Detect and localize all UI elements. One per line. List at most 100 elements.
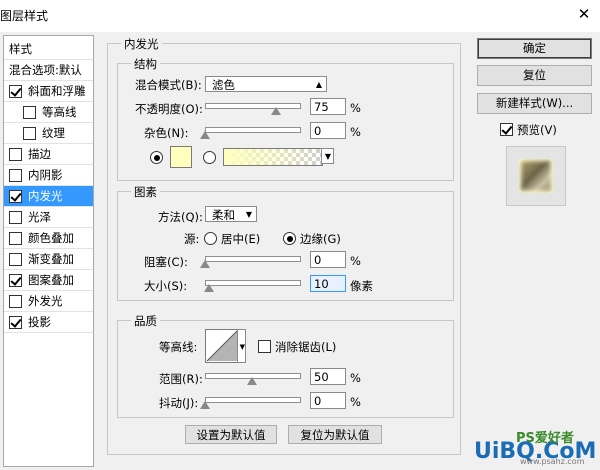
- range-slider-thumb[interactable]: [247, 377, 257, 385]
- style-item-checkbox[interactable]: [23, 106, 36, 119]
- opacity-slider-thumb[interactable]: [270, 107, 281, 115]
- style-item-checkbox[interactable]: [9, 85, 22, 98]
- choke-unit: %: [350, 254, 361, 268]
- method-value: 柔和: [212, 208, 235, 222]
- style-item-label: 光泽: [28, 210, 51, 224]
- style-item-2[interactable]: 斜面和浮雕: [4, 81, 93, 102]
- style-item-checkbox[interactable]: [9, 169, 22, 182]
- style-item-label: 图案叠加: [28, 273, 74, 287]
- style-item-checkbox[interactable]: [23, 127, 36, 140]
- gradient-swatch[interactable]: [223, 148, 323, 166]
- make-default-button[interactable]: 设置为默认值: [185, 425, 277, 444]
- style-item-12[interactable]: 外发光: [4, 291, 93, 312]
- opacity-slider[interactable]: [205, 103, 301, 109]
- size-unit: 像素: [350, 279, 373, 293]
- style-item-checkbox[interactable]: [9, 148, 22, 161]
- style-item-checkbox[interactable]: [9, 253, 22, 266]
- reset-default-button[interactable]: 复位为默认值: [288, 425, 382, 444]
- style-item-3[interactable]: 等高线: [4, 102, 93, 123]
- inner-glow-title: 内发光: [121, 36, 162, 52]
- style-item-label: 颜色叠加: [28, 231, 74, 245]
- opacity-unit: %: [350, 101, 361, 115]
- size-input[interactable]: 10: [310, 275, 346, 292]
- close-icon[interactable]: ✕: [574, 4, 594, 24]
- style-item-10[interactable]: 渐变叠加: [4, 249, 93, 270]
- style-item-13[interactable]: 投影: [4, 312, 93, 333]
- method-select[interactable]: 柔和 ▼: [205, 206, 257, 222]
- range-input[interactable]: 50: [310, 368, 346, 385]
- size-slider[interactable]: [205, 280, 301, 286]
- style-item-0[interactable]: 样式: [4, 39, 93, 60]
- style-item-label: 等高线: [42, 105, 77, 119]
- style-item-checkbox[interactable]: [9, 316, 22, 329]
- size-slider-thumb[interactable]: [203, 284, 214, 292]
- chevron-updown-icon: ▼: [245, 210, 252, 219]
- style-item-label: 渐变叠加: [28, 252, 74, 266]
- style-item-label: 样式: [9, 42, 32, 56]
- jitter-slider-thumb[interactable]: [200, 401, 210, 409]
- glow-color-swatch[interactable]: [170, 146, 192, 168]
- source-label: 源:: [184, 232, 200, 246]
- choke-input[interactable]: 0: [310, 251, 346, 268]
- preview-checkbox[interactable]: [500, 123, 513, 136]
- noise-slider[interactable]: [205, 127, 301, 133]
- blend-mode-label: 混合模式(B):: [135, 78, 202, 92]
- jitter-slider[interactable]: [205, 397, 301, 403]
- contour-label: 等高线:: [159, 340, 198, 354]
- style-item-5[interactable]: 描边: [4, 144, 93, 165]
- blend-mode-value: 滤色: [212, 78, 235, 92]
- solid-color-radio[interactable]: [150, 151, 163, 164]
- preview-thumbnail: [506, 146, 566, 206]
- antialias-label[interactable]: 消除锯齿(L): [275, 339, 336, 355]
- range-label: 范围(R):: [159, 372, 203, 386]
- reset-button[interactable]: 复位: [477, 65, 592, 86]
- noise-slider-thumb[interactable]: [200, 131, 210, 139]
- source-center-label[interactable]: 居中(E): [221, 231, 260, 247]
- style-item-label: 投影: [28, 315, 51, 329]
- style-item-checkbox[interactable]: [9, 274, 22, 287]
- style-item-checkbox[interactable]: [9, 190, 22, 203]
- choke-slider[interactable]: [205, 256, 301, 262]
- source-center-radio[interactable]: [204, 232, 217, 245]
- style-item-7[interactable]: 内发光: [4, 186, 93, 207]
- style-item-8[interactable]: 光泽: [4, 207, 93, 228]
- window-title: 图层样式: [0, 9, 49, 23]
- choke-slider-thumb[interactable]: [200, 260, 210, 268]
- noise-unit: %: [350, 125, 361, 139]
- style-item-label: 外发光: [28, 294, 63, 308]
- noise-input[interactable]: 0: [310, 122, 346, 139]
- jitter-input[interactable]: 0: [310, 392, 346, 409]
- antialias-checkbox[interactable]: [258, 340, 271, 353]
- style-item-label: 混合选项:默认: [9, 63, 82, 77]
- style-item-11[interactable]: 图案叠加: [4, 270, 93, 291]
- size-label: 大小(S):: [144, 279, 188, 293]
- style-item-checkbox[interactable]: [9, 295, 22, 308]
- source-edge-radio[interactable]: [283, 232, 296, 245]
- watermark-text-cn: PS爱好者: [516, 431, 574, 446]
- style-item-1[interactable]: 混合选项:默认: [4, 60, 93, 81]
- chevron-down-icon: ▼: [239, 343, 245, 351]
- gradient-radio[interactable]: [203, 151, 216, 164]
- style-item-checkbox[interactable]: [9, 211, 22, 224]
- contour-picker[interactable]: [205, 329, 239, 363]
- style-item-checkbox[interactable]: [9, 232, 22, 245]
- style-item-9[interactable]: 颜色叠加: [4, 228, 93, 249]
- title-bar: 图层样式 ✕: [0, 0, 600, 32]
- style-item-6[interactable]: 内阴影: [4, 165, 93, 186]
- source-edge-label[interactable]: 边缘(G): [300, 231, 341, 247]
- jitter-label: 抖动(J):: [159, 396, 199, 410]
- quality-title: 品质: [131, 313, 160, 329]
- new-style-button[interactable]: 新建样式(W)...: [477, 93, 592, 114]
- ok-button[interactable]: 确定: [477, 38, 592, 59]
- gradient-dropdown[interactable]: ▼: [321, 148, 334, 164]
- contour-dropdown[interactable]: ▼: [237, 329, 246, 363]
- style-item-label: 内发光: [28, 189, 63, 203]
- structure-title: 结构: [131, 56, 160, 72]
- preview-image: [519, 159, 553, 193]
- blend-mode-select[interactable]: 滤色 ▲: [205, 76, 327, 92]
- preview-label[interactable]: 预览(V): [517, 122, 557, 138]
- opacity-input[interactable]: 75: [310, 98, 346, 115]
- chevron-down-icon: ▼: [324, 152, 331, 161]
- style-item-4[interactable]: 纹理: [4, 123, 93, 144]
- choke-label: 阻塞(C):: [144, 255, 188, 269]
